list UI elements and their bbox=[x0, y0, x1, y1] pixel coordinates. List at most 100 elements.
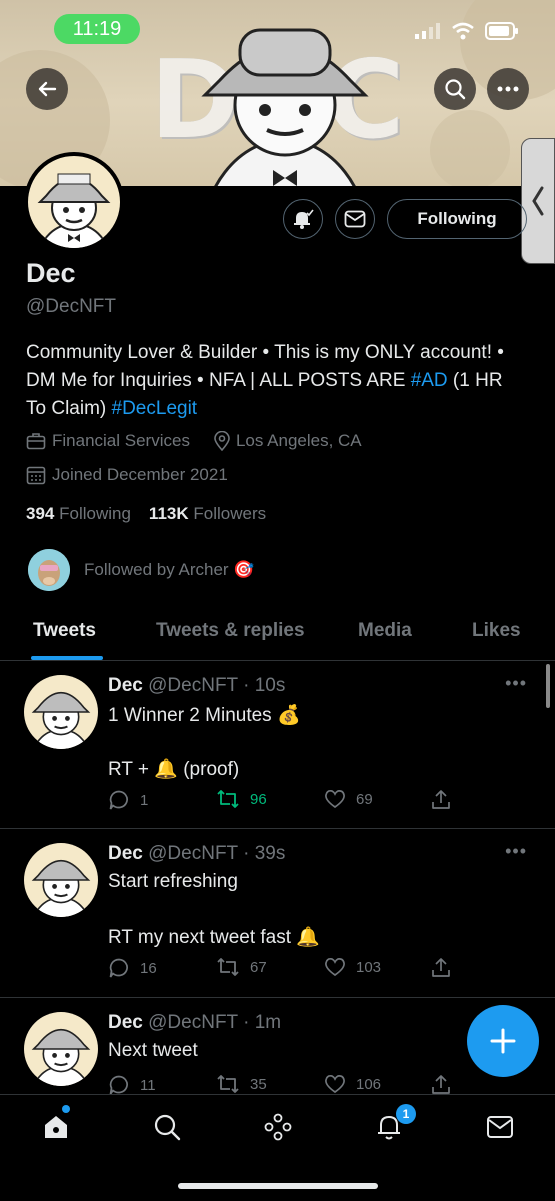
avatar-character-image bbox=[31, 691, 91, 749]
hashtag-ad-link[interactable]: #AD bbox=[411, 370, 448, 391]
share-button[interactable] bbox=[430, 957, 452, 979]
reply-count: 16 bbox=[140, 959, 157, 977]
tweet-text-line-1: Start refreshing bbox=[108, 871, 238, 892]
location-pin-icon bbox=[214, 431, 230, 451]
heart-icon bbox=[325, 789, 345, 809]
tab-media[interactable]: Media bbox=[358, 620, 412, 642]
retweet-icon bbox=[217, 1075, 239, 1093]
following-count-link[interactable]: 394 Following bbox=[26, 504, 131, 524]
active-tab-indicator bbox=[31, 656, 103, 660]
tweet-item[interactable]: Dec @DecNFT · 39s ••• Start refreshing R… bbox=[0, 829, 555, 998]
tweet-header: Dec @DecNFT · 10s bbox=[108, 675, 285, 697]
follow-counts: 394 Following 113K Followers bbox=[26, 504, 266, 524]
tab-tweets-and-replies[interactable]: Tweets & replies bbox=[156, 620, 305, 642]
tweet-author-name[interactable]: Dec bbox=[108, 675, 143, 696]
briefcase-icon bbox=[26, 433, 46, 450]
reply-icon bbox=[109, 1075, 128, 1095]
tweet-header: Dec @DecNFT · 1m bbox=[108, 1012, 281, 1034]
side-panel-handle[interactable] bbox=[521, 138, 555, 264]
home-new-content-dot bbox=[62, 1105, 70, 1113]
search-icon bbox=[445, 79, 466, 100]
compose-tweet-button[interactable] bbox=[467, 1005, 539, 1077]
following-count-label: Following bbox=[59, 504, 131, 523]
battery-icon bbox=[485, 22, 518, 40]
retweet-button[interactable]: 35 bbox=[216, 1074, 267, 1094]
like-button[interactable]: 106 bbox=[324, 1074, 381, 1094]
spaces-icon bbox=[264, 1113, 292, 1141]
tweet-more-icon[interactable]: ••• bbox=[505, 673, 527, 694]
profile-joined-row: Joined December 2021 bbox=[26, 465, 228, 485]
following-button[interactable]: Following bbox=[387, 199, 527, 239]
nav-search[interactable] bbox=[151, 1111, 183, 1143]
profile-name: Dec bbox=[26, 258, 76, 288]
tab-likes[interactable]: Likes bbox=[472, 620, 521, 642]
tweet-author-name[interactable]: Dec bbox=[108, 843, 143, 864]
status-icons bbox=[415, 22, 519, 40]
heart-icon bbox=[325, 1074, 345, 1094]
retweet-button[interactable]: 96 bbox=[216, 789, 267, 809]
home-indicator[interactable] bbox=[178, 1183, 378, 1189]
reply-button[interactable]: 11 bbox=[108, 1074, 156, 1096]
tweet-text-line-1: 1 Winner 2 Minutes 💰 bbox=[108, 705, 301, 726]
envelope-icon bbox=[344, 210, 366, 228]
tweet-author-name[interactable]: Dec bbox=[108, 1012, 143, 1033]
wifi-icon bbox=[452, 22, 474, 40]
retweet-count: 67 bbox=[250, 958, 267, 976]
tweet-header: Dec @DecNFT · 39s bbox=[108, 843, 285, 865]
profile-category: Financial Services bbox=[52, 431, 190, 450]
tweet-text-line-2: RT my next tweet fast 🔔 bbox=[108, 927, 320, 948]
reply-button[interactable]: 1 bbox=[108, 789, 148, 811]
chevron-left-icon bbox=[532, 186, 544, 216]
profile-location: Los Angeles, CA bbox=[235, 431, 362, 450]
tweet-avatar[interactable] bbox=[24, 843, 98, 917]
reply-count: 1 bbox=[140, 791, 149, 809]
reply-button[interactable]: 16 bbox=[108, 957, 157, 979]
more-dots-icon bbox=[497, 86, 519, 92]
retweet-count: 96 bbox=[250, 790, 267, 808]
tab-tweets[interactable]: Tweets bbox=[33, 620, 96, 642]
like-button[interactable]: 69 bbox=[324, 789, 373, 809]
tweet-meta: @DecNFT · 39s bbox=[148, 843, 286, 864]
profile-joined: Joined December 2021 bbox=[52, 465, 228, 484]
tweet-avatar[interactable] bbox=[24, 1012, 98, 1086]
notifications-toggle-button[interactable] bbox=[283, 199, 323, 239]
tweet-meta: @DecNFT · 1m bbox=[148, 1012, 282, 1033]
tweet-text-line-1: Next tweet bbox=[108, 1040, 198, 1061]
share-button[interactable] bbox=[430, 1074, 452, 1096]
avatar-character-image bbox=[37, 173, 111, 248]
profile-bio: Community Lover & Builder • This is my O… bbox=[26, 339, 506, 423]
plus-icon bbox=[490, 1028, 516, 1054]
profile-meta-row: Financial Services Los Angeles, CA bbox=[26, 431, 362, 451]
tweet-avatar[interactable] bbox=[24, 675, 98, 749]
followers-count-link[interactable]: 113K Followers bbox=[149, 504, 266, 524]
profile-avatar[interactable] bbox=[24, 152, 124, 252]
share-button[interactable] bbox=[430, 789, 452, 811]
status-time: 11:19 bbox=[54, 14, 140, 44]
status-bar: 11:19 bbox=[0, 0, 555, 60]
retweet-icon bbox=[217, 958, 239, 976]
like-count: 69 bbox=[356, 790, 373, 808]
calendar-icon bbox=[26, 466, 46, 485]
notification-badge: 1 bbox=[396, 1104, 416, 1124]
followers-count-label: Followers bbox=[193, 504, 267, 523]
profile-tabs: Tweets Tweets & replies Media Likes bbox=[0, 612, 555, 661]
retweet-icon bbox=[217, 790, 239, 808]
search-button[interactable] bbox=[434, 68, 476, 110]
bell-check-icon bbox=[294, 209, 314, 229]
nav-messages[interactable] bbox=[484, 1111, 516, 1143]
message-button[interactable] bbox=[335, 199, 375, 239]
follower-avatar bbox=[28, 549, 70, 591]
retweet-button[interactable]: 67 bbox=[216, 957, 267, 977]
followed-by-row[interactable]: Followed by Archer 🎯 bbox=[28, 549, 254, 591]
tweet-text-line-2: RT + 🔔 (proof) bbox=[108, 759, 240, 780]
nav-home[interactable] bbox=[40, 1111, 72, 1143]
like-button[interactable]: 103 bbox=[324, 957, 381, 977]
hashtag-declegit-link[interactable]: #DecLegit bbox=[112, 398, 198, 419]
tweet-item[interactable]: Dec @DecNFT · 10s ••• 1 Winner 2 Minutes… bbox=[0, 661, 555, 829]
tweet-more-icon[interactable]: ••• bbox=[505, 841, 527, 862]
nav-spaces[interactable] bbox=[262, 1111, 294, 1143]
like-count: 106 bbox=[356, 1075, 382, 1093]
more-button[interactable] bbox=[487, 68, 529, 110]
back-button[interactable] bbox=[26, 68, 68, 110]
share-icon bbox=[432, 1075, 450, 1094]
